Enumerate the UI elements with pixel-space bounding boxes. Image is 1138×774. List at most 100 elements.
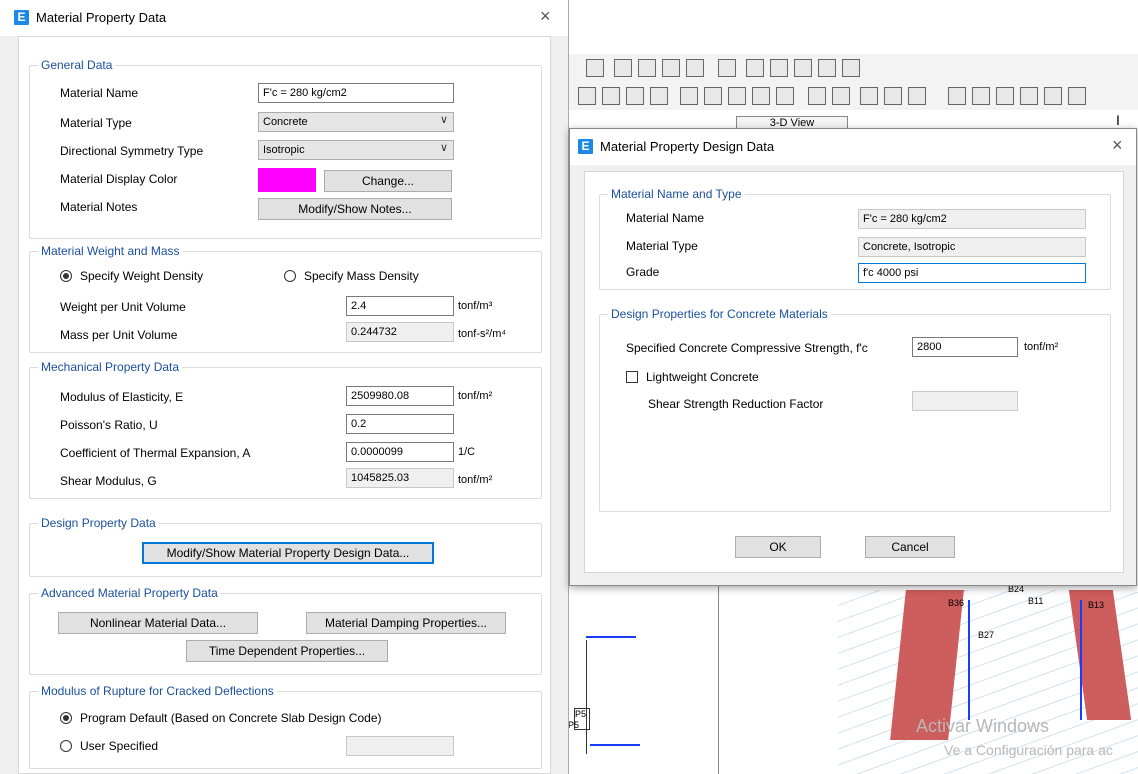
load-arrow bbox=[586, 636, 636, 638]
dialog-title: Material Property Data bbox=[36, 10, 167, 25]
dialog-titlebar: E Material Property Data × bbox=[0, 0, 568, 36]
damping-button[interactable]: Material Damping Properties... bbox=[306, 612, 506, 634]
symmetry-select[interactable]: Isotropic ∨ bbox=[258, 140, 454, 160]
etabs-logo-icon: E bbox=[578, 139, 593, 154]
close-icon[interactable]: × bbox=[540, 6, 551, 26]
compressive-strength-input[interactable]: 2800 bbox=[912, 337, 1018, 357]
poisson-input[interactable]: 0.2 bbox=[346, 414, 454, 434]
design-data-button[interactable]: Modify/Show Material Property Design Dat… bbox=[142, 542, 434, 564]
chevron-down-icon: ∨ bbox=[439, 114, 448, 126]
weight-input[interactable]: 2.4 bbox=[346, 296, 454, 316]
toolbar-shape-icon[interactable] bbox=[586, 59, 604, 77]
toolbar-release-icon[interactable] bbox=[728, 87, 746, 105]
toolbar-report-icon[interactable] bbox=[1068, 87, 1086, 105]
close-icon[interactable]: × bbox=[1112, 135, 1123, 155]
lightweight-label: Lightweight Concrete bbox=[646, 370, 759, 384]
design-data-dialog: E Material Property Design Data × Materi… bbox=[569, 128, 1137, 586]
member-label: B36 bbox=[948, 598, 964, 608]
toolbar-modifier-icon[interactable] bbox=[908, 87, 926, 105]
thermal-label: Coefficient of Thermal Expansion, A bbox=[60, 446, 251, 460]
toolbar-column-icon[interactable] bbox=[662, 59, 680, 77]
toolbar-table-icon[interactable] bbox=[1044, 87, 1062, 105]
rupture-group: Modulus of Rupture for Cracked Deflectio… bbox=[29, 684, 542, 769]
shear-modulus-output: 1045825.03 bbox=[346, 468, 454, 488]
weight-density-radio-label: Specify Weight Density bbox=[80, 269, 204, 283]
material-notes-label: Material Notes bbox=[60, 200, 138, 214]
weight-unit: tonf/m³ bbox=[458, 300, 493, 312]
toolbar-check-icon[interactable] bbox=[996, 87, 1014, 105]
load-arrow bbox=[590, 744, 640, 746]
cancel-button[interactable]: Cancel bbox=[865, 536, 955, 558]
group-legend: Material Weight and Mass bbox=[38, 244, 183, 258]
toolbar-region-icon[interactable] bbox=[650, 87, 668, 105]
toolbar-area-icon[interactable] bbox=[602, 87, 620, 105]
material-type-label: Material Type bbox=[60, 116, 132, 130]
compressive-strength-label: Specified Concrete Compressive Strength,… bbox=[626, 341, 868, 355]
poisson-label: Poisson's Ratio, U bbox=[60, 418, 158, 432]
toolbar-point-icon[interactable] bbox=[626, 87, 644, 105]
toolbar-select-icon[interactable] bbox=[578, 87, 596, 105]
program-default-radio[interactable] bbox=[60, 712, 72, 724]
toolbar-analyze-icon[interactable] bbox=[948, 87, 966, 105]
toolbar-frame-icon[interactable] bbox=[614, 59, 632, 77]
ok-button[interactable]: OK bbox=[735, 536, 821, 558]
change-color-button[interactable]: Change... bbox=[324, 170, 452, 192]
material-name-input[interactable]: F'c = 280 kg/cm2 bbox=[258, 83, 454, 103]
group-legend: Advanced Material Property Data bbox=[38, 586, 221, 600]
toolbar-load-icon[interactable] bbox=[704, 87, 722, 105]
thermal-input[interactable]: 0.0000099 bbox=[346, 442, 454, 462]
material-type-label: Material Type bbox=[626, 239, 698, 253]
toolbar-display-icon[interactable] bbox=[1020, 87, 1038, 105]
general-data-group: General Data Material Name F'c = 280 kg/… bbox=[29, 58, 542, 239]
group-legend: Design Property Data bbox=[38, 516, 159, 530]
modulus-elasticity-input[interactable]: 2509980.08 bbox=[346, 386, 454, 406]
toolbar-section-icon[interactable] bbox=[808, 87, 826, 105]
watermark-line1: Activar Windows bbox=[916, 716, 1050, 736]
lightweight-checkbox[interactable] bbox=[626, 371, 638, 383]
text-cursor-icon[interactable]: I bbox=[1116, 112, 1120, 128]
compressive-strength-unit: tonf/m² bbox=[1024, 341, 1059, 353]
weight-density-radio[interactable] bbox=[60, 270, 72, 282]
toolbar-opening-icon[interactable] bbox=[770, 59, 788, 77]
material-name-label: Material Name bbox=[60, 86, 139, 100]
grade-input[interactable]: f'c 4000 psi bbox=[858, 263, 1086, 283]
toolbar-assign-icon[interactable] bbox=[680, 87, 698, 105]
toolbar-wall-icon[interactable] bbox=[718, 59, 736, 77]
member-label: B11 bbox=[1028, 596, 1043, 606]
toolbar-design-icon[interactable] bbox=[972, 87, 990, 105]
notes-button[interactable]: Modify/Show Notes... bbox=[258, 198, 452, 220]
toolbar-grid-icon[interactable] bbox=[794, 59, 812, 77]
modulus-elasticity-unit: tonf/m² bbox=[458, 390, 493, 402]
user-specified-input bbox=[346, 736, 454, 756]
chevron-down-icon: ∨ bbox=[439, 142, 448, 154]
toolbar-slab-icon[interactable] bbox=[746, 59, 764, 77]
model-viewport[interactable]: P5 P5 B24 B36 B11 B27 B13 Activar Window… bbox=[568, 580, 1138, 774]
mass-density-radio[interactable] bbox=[284, 270, 296, 282]
toolbar-spring-icon[interactable] bbox=[842, 59, 860, 77]
toolbar-restraint-icon[interactable] bbox=[752, 87, 770, 105]
mass-label: Mass per Unit Volume bbox=[60, 328, 178, 342]
3d-frame bbox=[968, 600, 1082, 720]
toolbar-mesh-icon[interactable] bbox=[884, 87, 902, 105]
dialog-panel: General Data Material Name F'c = 280 kg/… bbox=[18, 36, 551, 774]
toolbar-spandrel-icon[interactable] bbox=[860, 87, 878, 105]
member-label-text: B13 bbox=[1088, 600, 1105, 610]
toolbar-diaphragm-icon[interactable] bbox=[776, 87, 794, 105]
display-color-swatch bbox=[258, 168, 316, 192]
user-specified-radio[interactable] bbox=[60, 740, 72, 752]
toolbar-beam-icon[interactable] bbox=[638, 59, 656, 77]
member-label: B27 bbox=[978, 630, 994, 640]
program-default-label: Program Default (Based on Concrete Slab … bbox=[80, 711, 382, 725]
material-name-label: Material Name bbox=[626, 211, 705, 225]
dialog-titlebar: E Material Property Design Data × bbox=[570, 129, 1136, 165]
material-type-select[interactable]: Concrete ∨ bbox=[258, 112, 454, 132]
shear-modulus-label: Shear Modulus, G bbox=[60, 474, 157, 488]
toolbar-brace-icon[interactable] bbox=[686, 59, 704, 77]
material-name-output: F'c = 280 kg/cm2 bbox=[858, 209, 1086, 229]
time-dependent-button[interactable]: Time Dependent Properties... bbox=[186, 640, 388, 662]
toolbar-pier-icon[interactable] bbox=[832, 87, 850, 105]
nonlinear-button[interactable]: Nonlinear Material Data... bbox=[58, 612, 258, 634]
toolbar-link-icon[interactable] bbox=[818, 59, 836, 77]
mass-unit: tonf-s²/m⁴ bbox=[458, 328, 507, 340]
design-property-group: Design Property Data Modify/Show Materia… bbox=[29, 516, 542, 577]
